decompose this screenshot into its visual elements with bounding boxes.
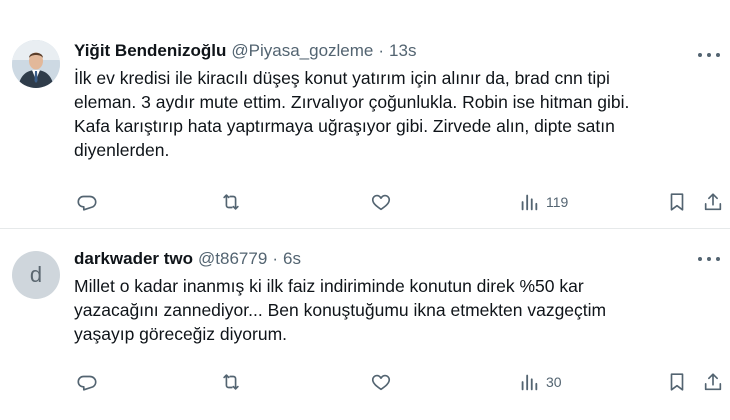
tweet-actions: 30 (74, 370, 724, 394)
avatar-photo-icon (12, 40, 60, 88)
share-icon (704, 193, 722, 211)
bookmark-icon (670, 373, 684, 391)
display-name[interactable]: Yiğit Bendenizoğlu (74, 41, 226, 61)
more-dots-icon[interactable] (698, 48, 720, 62)
timestamp[interactable]: 13s (389, 41, 416, 61)
like-button[interactable] (370, 370, 392, 394)
share-icon (704, 373, 722, 391)
tweet[interactable]: Yiğit Bendenizoğlu @Piyasa_gozleme · 13s… (0, 0, 730, 228)
tweet-header: Yiğit Bendenizoğlu @Piyasa_gozleme · 13s (74, 40, 416, 62)
like-button[interactable] (370, 190, 392, 214)
retweet-icon (223, 374, 239, 390)
tweet[interactable]: d darkwader two @t86779 · 6s Millet o ka… (0, 229, 730, 420)
tweet-feed: Yiğit Bendenizoğlu @Piyasa_gozleme · 13s… (0, 0, 730, 420)
retweet-icon (223, 194, 239, 210)
separator-dot: · (272, 249, 278, 268)
user-handle[interactable]: @Piyasa_gozleme (231, 41, 373, 61)
tweet-text: Millet o kadar inanmış ki ilk faiz indir… (74, 276, 607, 344)
reply-icon (77, 195, 97, 211)
tweet-header: darkwader two @t86779 · 6s (74, 248, 301, 270)
user-handle[interactable]: @t86779 (198, 249, 267, 269)
avatar[interactable] (12, 40, 60, 88)
views-button[interactable]: 30 (518, 370, 562, 394)
reply-button[interactable] (76, 190, 98, 214)
timestamp[interactable]: 6s (283, 249, 301, 269)
views-count: 119 (546, 194, 569, 210)
views-button[interactable]: 119 (518, 190, 568, 214)
share-button[interactable] (702, 190, 724, 214)
retweet-button[interactable] (220, 190, 242, 214)
tweet-text: İlk ev kredisi ile kiracılı düşeş konut … (74, 68, 630, 160)
display-name[interactable]: darkwader two (74, 249, 193, 269)
views-chart-icon (521, 194, 538, 211)
reply-button[interactable] (76, 370, 98, 394)
retweet-button[interactable] (220, 370, 242, 394)
views-chart-icon (521, 374, 538, 391)
heart-icon (371, 374, 391, 391)
separator-dot: · (378, 41, 385, 60)
tweet-actions: 119 (74, 190, 724, 214)
views-count: 30 (546, 374, 562, 390)
reply-icon (77, 375, 97, 391)
avatar[interactable]: d (12, 251, 60, 299)
heart-icon (371, 194, 391, 211)
bookmark-button[interactable] (666, 370, 688, 394)
more-dots-icon[interactable] (698, 252, 720, 266)
bookmark-icon (670, 193, 684, 211)
bookmark-button[interactable] (666, 190, 688, 214)
share-button[interactable] (702, 370, 724, 394)
